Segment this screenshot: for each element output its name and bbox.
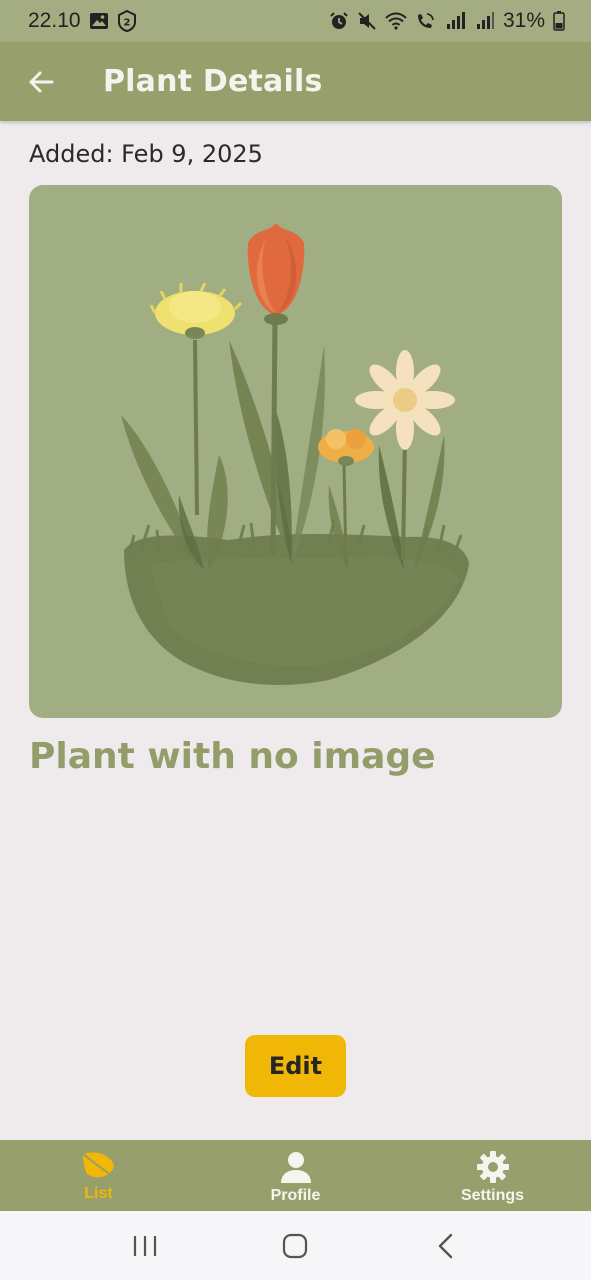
nav-item-list[interactable]: List bbox=[0, 1140, 197, 1211]
battery-icon bbox=[553, 11, 565, 31]
nav-item-settings[interactable]: Settings bbox=[394, 1140, 591, 1211]
home-icon bbox=[283, 1233, 308, 1258]
gallery-icon bbox=[89, 11, 109, 31]
plant-details-screen: 22.10 2 31% Plant Details Added: Feb 9, … bbox=[0, 0, 591, 1280]
wifi-calling-icon bbox=[415, 11, 437, 31]
plant-image bbox=[29, 185, 562, 718]
back-icon bbox=[438, 1233, 453, 1258]
mute-icon bbox=[357, 11, 377, 31]
plant-name: Plant with no image bbox=[29, 736, 436, 777]
person-icon bbox=[280, 1152, 311, 1183]
recent-apps-icon bbox=[134, 1235, 157, 1256]
edit-button[interactable]: Edit bbox=[245, 1035, 346, 1097]
gear-icon bbox=[476, 1151, 509, 1183]
status-time: 22.10 bbox=[28, 9, 81, 32]
leaf-icon bbox=[81, 1152, 116, 1179]
arrow-left-icon bbox=[29, 71, 54, 92]
battery-percent: 31% bbox=[502, 9, 545, 32]
status-bar: 22.10 2 31% bbox=[0, 0, 591, 42]
status-right: 31% bbox=[329, 9, 565, 33]
nav-label-list: List bbox=[84, 1185, 113, 1202]
wifi-icon bbox=[385, 11, 407, 31]
signal-icon bbox=[445, 11, 467, 31]
added-date: Added: Feb 9, 2025 bbox=[29, 140, 263, 168]
svg-text:2: 2 bbox=[123, 18, 130, 29]
shield-badge-icon: 2 bbox=[117, 10, 137, 32]
watercolor-flowers-illustration bbox=[121, 223, 469, 685]
back-button[interactable] bbox=[18, 59, 64, 105]
recent-apps-button[interactable] bbox=[115, 1221, 175, 1271]
nav-item-profile[interactable]: Profile bbox=[197, 1140, 394, 1211]
app-bar: Plant Details bbox=[0, 42, 591, 121]
bottom-nav: List Profile Settings bbox=[0, 1140, 591, 1211]
alarm-icon bbox=[329, 11, 349, 31]
page-title: Plant Details bbox=[103, 64, 323, 99]
home-button[interactable] bbox=[265, 1221, 325, 1271]
nav-label-profile: Profile bbox=[270, 1187, 321, 1204]
signal-2-icon bbox=[475, 11, 495, 31]
status-left: 22.10 2 bbox=[28, 9, 137, 33]
system-nav-bar bbox=[0, 1211, 591, 1280]
system-back-button[interactable] bbox=[416, 1221, 476, 1271]
nav-label-settings: Settings bbox=[460, 1187, 525, 1204]
